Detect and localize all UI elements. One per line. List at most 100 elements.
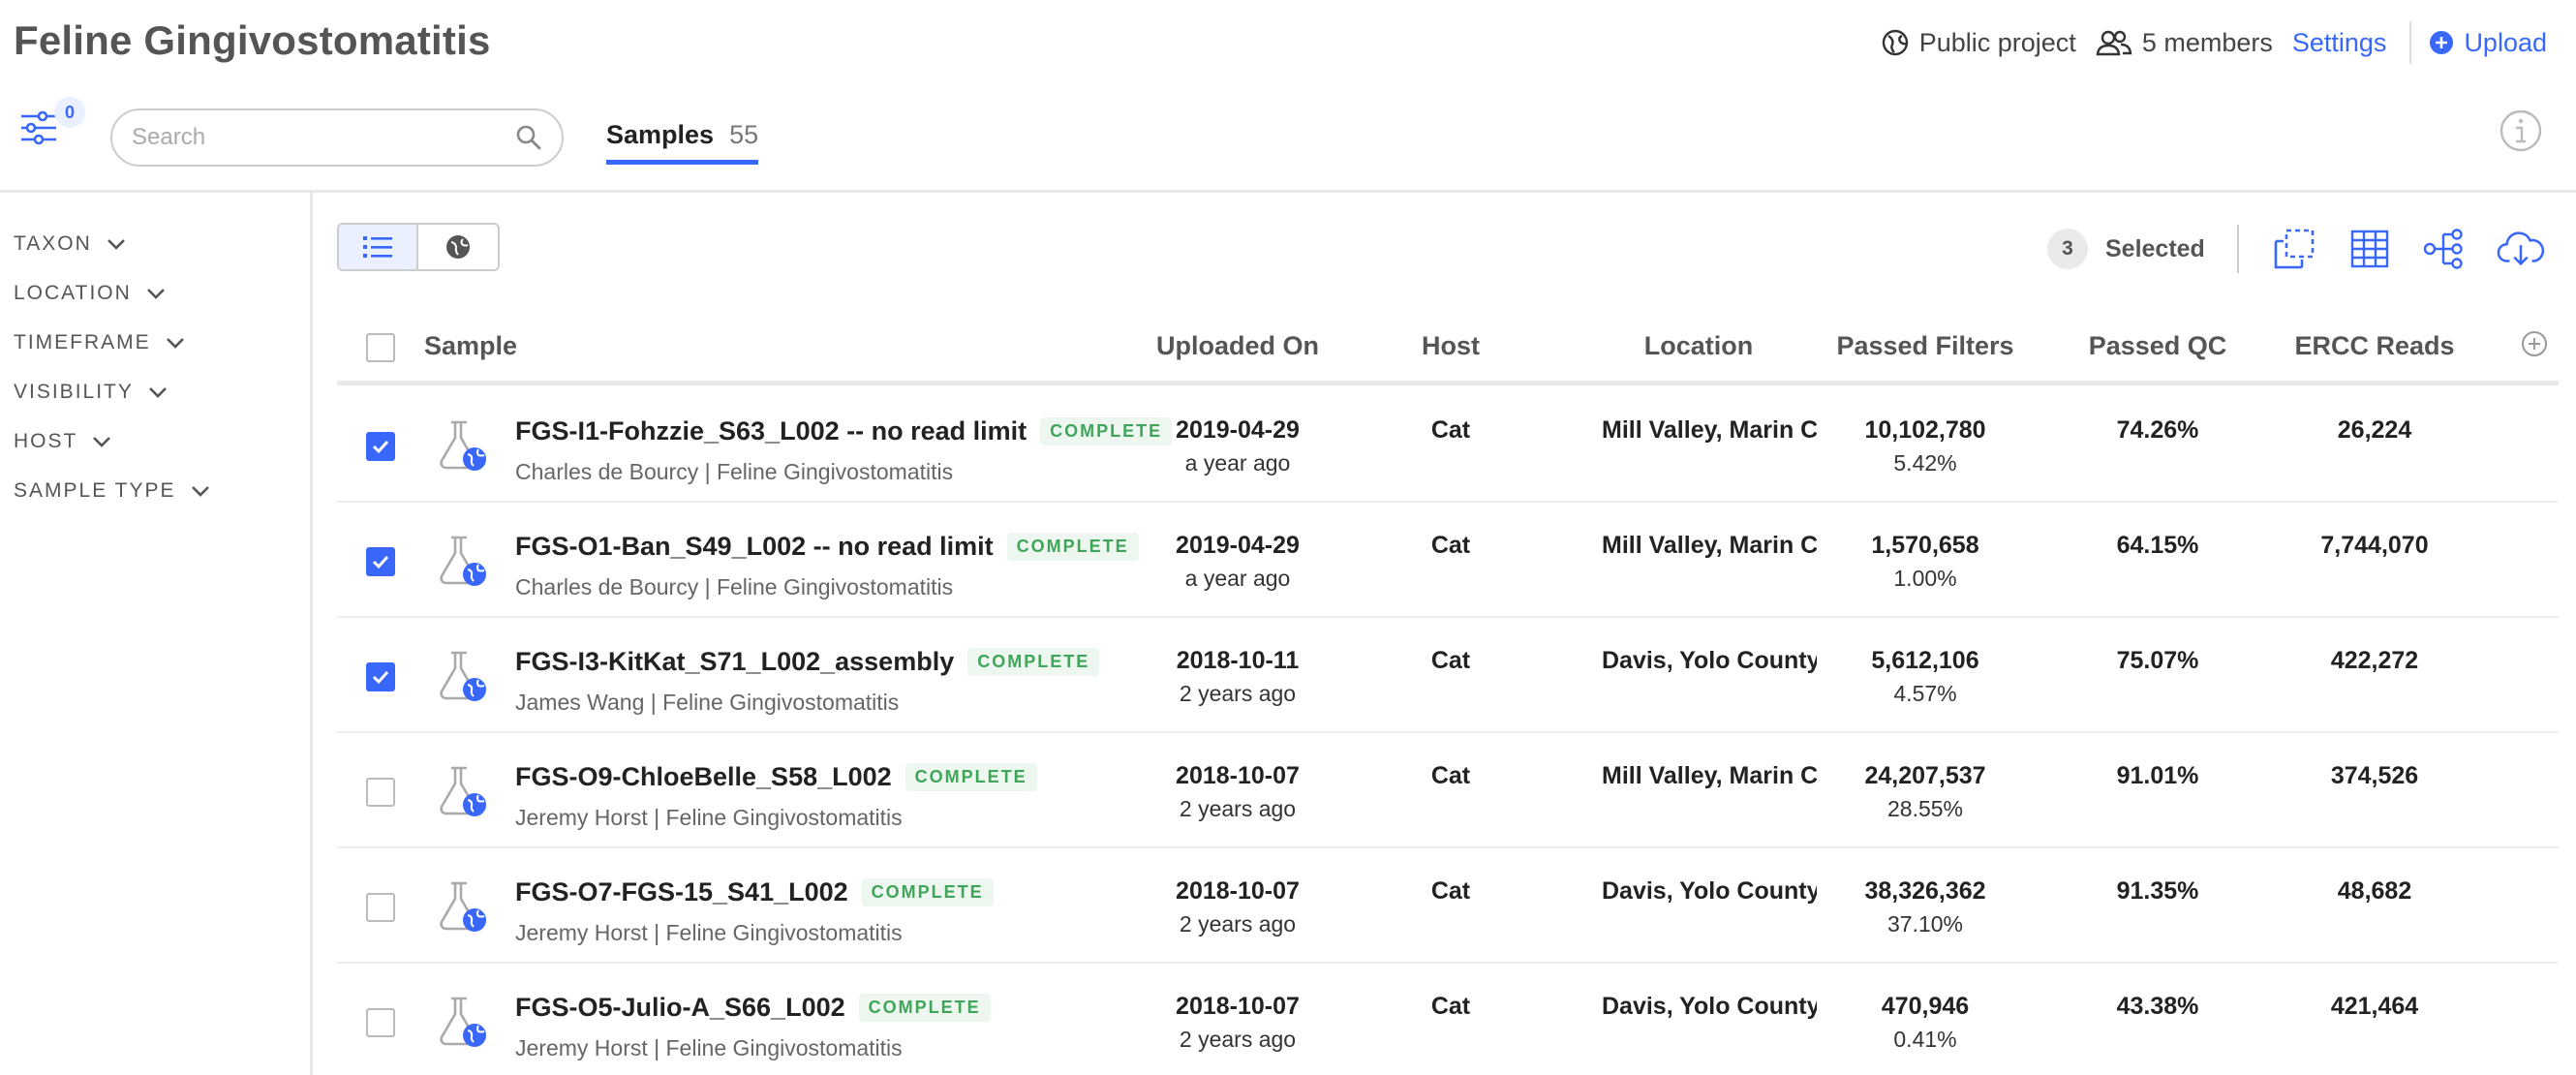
chevron-down-icon (146, 288, 165, 299)
status-badge: COMPLETE (861, 878, 994, 906)
settings-link[interactable]: Settings (2292, 28, 2387, 58)
table-row[interactable]: FGS-I1-Fohzzie_S63_L002 -- no read limit… (337, 387, 2559, 503)
check-icon (372, 440, 389, 454)
passed-qc-cell: 91.35% (2116, 877, 2199, 905)
facet-host[interactable]: HOST (14, 416, 211, 466)
facet-timeframe[interactable]: TIMEFRAME (14, 318, 211, 367)
facet-sample-type[interactable]: SAMPLE TYPE (14, 466, 211, 515)
download-button[interactable] (2497, 225, 2545, 273)
project-header-actions: Public project 5 members Settings Upload (1861, 21, 2547, 64)
chevron-down-icon (93, 436, 111, 447)
passed-filters-cell: 10,102,780 5.42% (1819, 416, 2032, 476)
sample-name-wrap[interactable]: FGS-O1-Ban_S49_L002 -- no read limit COM… (515, 532, 1139, 562)
tab-samples[interactable]: Samples 55 (606, 120, 759, 165)
sample-name[interactable]: FGS-I3-KitKat_S71_L002_assembly (515, 647, 954, 677)
check-icon (372, 555, 389, 569)
passed-filters-cell: 38,326,362 37.10% (1819, 877, 2032, 937)
heatmap-icon (2350, 230, 2389, 268)
sample-name-wrap[interactable]: FGS-I1-Fohzzie_S63_L002 -- no read limit… (515, 416, 1173, 446)
filter-sidebar: TAXON LOCATION TIMEFRAME VISIBILITY HOST… (14, 219, 211, 515)
ercc-reads-cell: 48,682 (2337, 877, 2412, 905)
row-checkbox[interactable] (366, 778, 395, 807)
row-checkbox[interactable] (366, 1008, 395, 1037)
upload-link[interactable]: Upload (2429, 28, 2547, 58)
sample-name[interactable]: FGS-O9-ChloeBelle_S58_L002 (515, 762, 892, 792)
column-header-uploaded-on[interactable]: Uploaded On (1131, 331, 1344, 361)
search-icon[interactable] (515, 124, 542, 151)
column-header-host[interactable]: Host (1373, 331, 1528, 361)
passed-filters-percent: 4.57% (1893, 681, 1957, 706)
location-cell: Mill Valley, Marin County (1602, 762, 1817, 789)
column-header-passed-filters[interactable]: Passed Filters (1819, 331, 2032, 361)
table-row[interactable]: FGS-I3-KitKat_S71_L002_assembly COMPLETE… (337, 618, 2559, 733)
column-header-location[interactable]: Location (1592, 331, 1805, 361)
row-checkbox[interactable] (366, 893, 395, 922)
table-row[interactable]: FGS-O9-ChloeBelle_S58_L002 COMPLETE Jere… (337, 733, 2559, 848)
list-view-icon (363, 236, 392, 258)
facet-location[interactable]: LOCATION (14, 268, 211, 318)
sample-name[interactable]: FGS-O5-Julio-A_S66_L002 (515, 993, 845, 1023)
list-view-button[interactable] (339, 225, 418, 269)
sample-name-wrap[interactable]: FGS-O7-FGS-15_S41_L002 COMPLETE (515, 877, 994, 907)
passed-filters-cell: 1,570,658 1.00% (1819, 532, 2032, 592)
uploaded-relative: 2 years ago (1179, 1027, 1297, 1052)
phylo-tree-button[interactable] (2419, 225, 2468, 273)
map-view-button[interactable] (418, 225, 498, 269)
sample-name-wrap[interactable]: FGS-O5-Julio-A_S66_L002 COMPLETE (515, 993, 991, 1023)
row-checkbox[interactable] (366, 547, 395, 576)
ercc-reads-cell: 26,224 (2337, 416, 2412, 444)
uploaded-relative: a year ago (1184, 450, 1291, 476)
table-row[interactable]: FGS-O7-FGS-15_S41_L002 COMPLETE Jeremy H… (337, 848, 2559, 964)
table-row[interactable]: FGS-O5-Julio-A_S66_L002 COMPLETE Jeremy … (337, 964, 2559, 1075)
sample-name[interactable]: FGS-O7-FGS-15_S41_L002 (515, 877, 848, 907)
sample-name-wrap[interactable]: FGS-O9-ChloeBelle_S58_L002 COMPLETE (515, 762, 1037, 792)
facet-taxon[interactable]: TAXON (14, 219, 211, 268)
passed-filters-cell: 5,612,106 4.57% (1819, 647, 2032, 707)
sample-name[interactable]: FGS-O1-Ban_S49_L002 -- no read limit (515, 532, 994, 562)
filter-count-badge: 0 (54, 97, 85, 128)
facet-visibility[interactable]: VISIBILITY (14, 367, 211, 416)
chevron-down-icon (148, 386, 167, 398)
info-button[interactable] (2499, 108, 2543, 158)
passed-qc-cell: 43.38% (2116, 993, 2199, 1020)
sample-name-wrap[interactable]: FGS-I3-KitKat_S71_L002_assembly COMPLETE (515, 647, 1100, 677)
chevron-down-icon (107, 238, 125, 250)
heatmap-button[interactable] (2346, 225, 2394, 273)
add-column-icon[interactable] (2520, 329, 2549, 358)
members-icon (2096, 30, 2132, 56)
search-input[interactable] (132, 124, 515, 151)
flask-icon (440, 766, 486, 816)
column-header-sample[interactable]: Sample (424, 331, 517, 361)
uploaded-on-cell: 2018-10-07 2 years ago (1131, 993, 1344, 1053)
sidebar-divider-line (310, 193, 313, 1075)
flask-icon (440, 536, 486, 586)
selected-label: Selected (2105, 234, 2205, 262)
info-icon (2499, 109, 2542, 152)
row-checkbox[interactable] (366, 662, 395, 691)
members-link[interactable]: 5 members (2096, 28, 2273, 58)
uploaded-date: 2018-10-11 (1176, 647, 1300, 674)
selected-count-badge: 3 (2047, 229, 2088, 269)
table-header: Sample Uploaded On Host Location Passed … (337, 310, 2559, 385)
location-cell: Mill Valley, Marin County (1602, 532, 1817, 559)
column-header-passed-qc[interactable]: Passed QC (2061, 331, 2254, 361)
sample-owner-project: Jeremy Horst | Feline Gingivostomatitis (515, 1035, 903, 1060)
bulk-select-button[interactable] (2270, 225, 2318, 273)
passed-filters-cell: 470,946 0.41% (1819, 993, 2032, 1053)
sample-owner-project: Jeremy Horst | Feline Gingivostomatitis (515, 805, 903, 830)
host-cell: Cat (1430, 532, 1471, 559)
passed-filters-value: 1,570,658 (1871, 532, 1979, 559)
select-all-checkbox[interactable] (366, 333, 395, 362)
visibility-status: Public project (1881, 28, 2076, 58)
passed-filters-percent: 0.41% (1893, 1027, 1957, 1052)
row-checkbox[interactable] (366, 432, 395, 461)
status-badge: COMPLETE (967, 648, 1100, 676)
table-row[interactable]: FGS-O1-Ban_S49_L002 -- no read limit COM… (337, 503, 2559, 618)
uploaded-date: 2018-10-07 (1176, 762, 1300, 789)
location-cell: Mill Valley, Marin County (1602, 416, 1817, 444)
sample-name[interactable]: FGS-I1-Fohzzie_S63_L002 -- no read limit (515, 416, 1027, 446)
host-cell: Cat (1430, 993, 1471, 1020)
column-header-ercc-reads[interactable]: ERCC Reads (2278, 331, 2471, 361)
view-toggle (337, 223, 500, 271)
passed-filters-value: 470,946 (1881, 993, 1970, 1020)
